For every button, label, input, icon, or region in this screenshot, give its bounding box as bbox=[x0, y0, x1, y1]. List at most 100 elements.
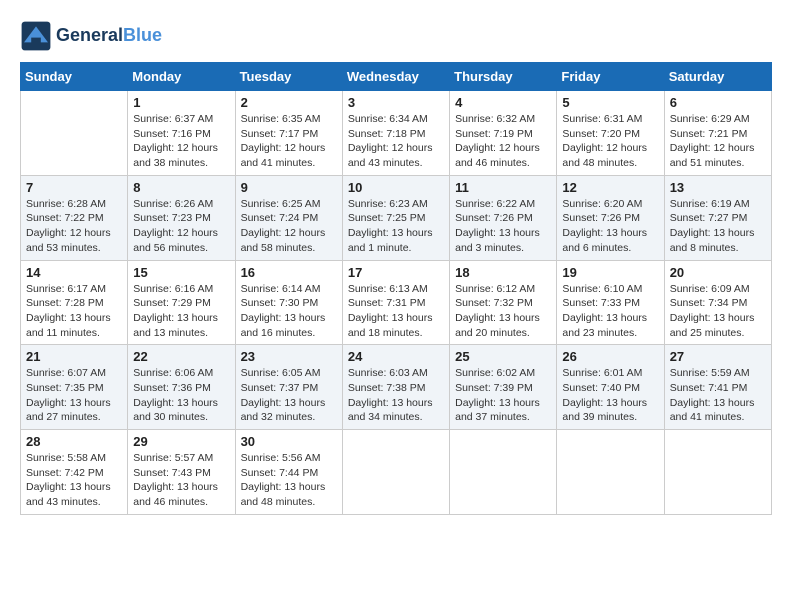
day-number: 3 bbox=[348, 95, 444, 110]
day-number: 16 bbox=[241, 265, 337, 280]
calendar-cell: 30 Sunrise: 5:56 AM Sunset: 7:44 PM Dayli… bbox=[235, 430, 342, 515]
day-number: 19 bbox=[562, 265, 658, 280]
calendar-cell: 9 Sunrise: 6:25 AM Sunset: 7:24 PM Daylig… bbox=[235, 175, 342, 260]
day-number: 27 bbox=[670, 349, 766, 364]
logo-icon bbox=[20, 20, 52, 52]
day-info: Sunrise: 5:59 AM Sunset: 7:41 PM Dayligh… bbox=[670, 366, 766, 425]
day-number: 15 bbox=[133, 265, 229, 280]
calendar-cell: 22 Sunrise: 6:06 AM Sunset: 7:36 PM Dayli… bbox=[128, 345, 235, 430]
day-info: Sunrise: 6:22 AM Sunset: 7:26 PM Dayligh… bbox=[455, 197, 551, 256]
logo-line1: GeneralBlue bbox=[56, 26, 162, 46]
day-info: Sunrise: 6:17 AM Sunset: 7:28 PM Dayligh… bbox=[26, 282, 122, 341]
day-info: Sunrise: 6:37 AM Sunset: 7:16 PM Dayligh… bbox=[133, 112, 229, 171]
day-number: 21 bbox=[26, 349, 122, 364]
day-number: 20 bbox=[670, 265, 766, 280]
weekday-header: Monday bbox=[128, 63, 235, 91]
day-info: Sunrise: 6:32 AM Sunset: 7:19 PM Dayligh… bbox=[455, 112, 551, 171]
day-info: Sunrise: 6:34 AM Sunset: 7:18 PM Dayligh… bbox=[348, 112, 444, 171]
calendar-week-row: 7 Sunrise: 6:28 AM Sunset: 7:22 PM Daylig… bbox=[21, 175, 772, 260]
calendar-cell: 24Sunrise: 6:03 AM Sunset: 7:38 PM Dayli… bbox=[342, 345, 449, 430]
calendar-cell bbox=[557, 430, 664, 515]
day-info: Sunrise: 6:01 AM Sunset: 7:40 PM Dayligh… bbox=[562, 366, 658, 425]
calendar-cell: 3 Sunrise: 6:34 AM Sunset: 7:18 PM Daylig… bbox=[342, 91, 449, 176]
calendar-cell bbox=[450, 430, 557, 515]
day-info: Sunrise: 6:35 AM Sunset: 7:17 PM Dayligh… bbox=[241, 112, 337, 171]
day-info: Sunrise: 6:26 AM Sunset: 7:23 PM Dayligh… bbox=[133, 197, 229, 256]
calendar-table: SundayMondayTuesdayWednesdayThursdayFrid… bbox=[20, 62, 772, 515]
calendar-cell: 21 Sunrise: 6:07 AM Sunset: 7:35 PM Dayli… bbox=[21, 345, 128, 430]
calendar-cell: 8 Sunrise: 6:26 AM Sunset: 7:23 PM Daylig… bbox=[128, 175, 235, 260]
day-number: 14 bbox=[26, 265, 122, 280]
calendar-cell: 29 Sunrise: 5:57 AM Sunset: 7:43 PM Dayli… bbox=[128, 430, 235, 515]
weekday-header: Tuesday bbox=[235, 63, 342, 91]
calendar-cell: 15 Sunrise: 6:16 AM Sunset: 7:29 PM Dayli… bbox=[128, 260, 235, 345]
day-info: Sunrise: 6:28 AM Sunset: 7:22 PM Dayligh… bbox=[26, 197, 122, 256]
day-number: 8 bbox=[133, 180, 229, 195]
day-info: Sunrise: 5:57 AM Sunset: 7:43 PM Dayligh… bbox=[133, 451, 229, 510]
calendar-cell: 7 Sunrise: 6:28 AM Sunset: 7:22 PM Daylig… bbox=[21, 175, 128, 260]
day-number: 7 bbox=[26, 180, 122, 195]
weekday-header: Saturday bbox=[664, 63, 771, 91]
day-info: Sunrise: 6:23 AM Sunset: 7:25 PM Dayligh… bbox=[348, 197, 444, 256]
calendar-cell bbox=[21, 91, 128, 176]
day-number: 9 bbox=[241, 180, 337, 195]
calendar-cell: 2 Sunrise: 6:35 AM Sunset: 7:17 PM Daylig… bbox=[235, 91, 342, 176]
calendar-cell: 23Sunrise: 6:05 AM Sunset: 7:37 PM Dayli… bbox=[235, 345, 342, 430]
day-info: Sunrise: 6:12 AM Sunset: 7:32 PM Dayligh… bbox=[455, 282, 551, 341]
weekday-header: Thursday bbox=[450, 63, 557, 91]
day-info: Sunrise: 6:03 AM Sunset: 7:38 PM Dayligh… bbox=[348, 366, 444, 425]
day-number: 12 bbox=[562, 180, 658, 195]
day-number: 2 bbox=[241, 95, 337, 110]
weekday-header-row: SundayMondayTuesdayWednesdayThursdayFrid… bbox=[21, 63, 772, 91]
day-info: Sunrise: 6:16 AM Sunset: 7:29 PM Dayligh… bbox=[133, 282, 229, 341]
calendar-cell: 12 Sunrise: 6:20 AM Sunset: 7:26 PM Dayli… bbox=[557, 175, 664, 260]
day-number: 18 bbox=[455, 265, 551, 280]
day-number: 22 bbox=[133, 349, 229, 364]
calendar-cell bbox=[664, 430, 771, 515]
day-number: 11 bbox=[455, 180, 551, 195]
day-info: Sunrise: 6:06 AM Sunset: 7:36 PM Dayligh… bbox=[133, 366, 229, 425]
day-info: Sunrise: 6:20 AM Sunset: 7:26 PM Dayligh… bbox=[562, 197, 658, 256]
weekday-header: Friday bbox=[557, 63, 664, 91]
calendar-week-row: 28Sunrise: 5:58 AM Sunset: 7:42 PM Dayli… bbox=[21, 430, 772, 515]
logo: GeneralBlue bbox=[20, 20, 162, 52]
calendar-cell: 11 Sunrise: 6:22 AM Sunset: 7:26 PM Dayli… bbox=[450, 175, 557, 260]
day-number: 26 bbox=[562, 349, 658, 364]
day-number: 10 bbox=[348, 180, 444, 195]
day-info: Sunrise: 6:31 AM Sunset: 7:20 PM Dayligh… bbox=[562, 112, 658, 171]
day-info: Sunrise: 5:56 AM Sunset: 7:44 PM Dayligh… bbox=[241, 451, 337, 510]
day-info: Sunrise: 6:10 AM Sunset: 7:33 PM Dayligh… bbox=[562, 282, 658, 341]
calendar-cell: 19 Sunrise: 6:10 AM Sunset: 7:33 PM Dayli… bbox=[557, 260, 664, 345]
day-number: 5 bbox=[562, 95, 658, 110]
calendar-week-row: 14 Sunrise: 6:17 AM Sunset: 7:28 PM Dayli… bbox=[21, 260, 772, 345]
calendar-cell: 14 Sunrise: 6:17 AM Sunset: 7:28 PM Dayli… bbox=[21, 260, 128, 345]
calendar-cell: 25 Sunrise: 6:02 AM Sunset: 7:39 PM Dayli… bbox=[450, 345, 557, 430]
day-number: 17 bbox=[348, 265, 444, 280]
day-number: 1 bbox=[133, 95, 229, 110]
day-info: Sunrise: 6:02 AM Sunset: 7:39 PM Dayligh… bbox=[455, 366, 551, 425]
calendar-cell bbox=[342, 430, 449, 515]
weekday-header: Sunday bbox=[21, 63, 128, 91]
day-info: Sunrise: 6:09 AM Sunset: 7:34 PM Dayligh… bbox=[670, 282, 766, 341]
calendar-cell: 16Sunrise: 6:14 AM Sunset: 7:30 PM Dayli… bbox=[235, 260, 342, 345]
day-number: 23 bbox=[241, 349, 337, 364]
calendar-cell: 18 Sunrise: 6:12 AM Sunset: 7:32 PM Dayli… bbox=[450, 260, 557, 345]
calendar-week-row: 21 Sunrise: 6:07 AM Sunset: 7:35 PM Dayli… bbox=[21, 345, 772, 430]
day-number: 6 bbox=[670, 95, 766, 110]
day-number: 29 bbox=[133, 434, 229, 449]
day-number: 4 bbox=[455, 95, 551, 110]
day-number: 25 bbox=[455, 349, 551, 364]
day-number: 30 bbox=[241, 434, 337, 449]
calendar-cell: 26 Sunrise: 6:01 AM Sunset: 7:40 PM Dayli… bbox=[557, 345, 664, 430]
day-info: Sunrise: 6:07 AM Sunset: 7:35 PM Dayligh… bbox=[26, 366, 122, 425]
calendar-cell: 17Sunrise: 6:13 AM Sunset: 7:31 PM Dayli… bbox=[342, 260, 449, 345]
calendar-cell: 10 Sunrise: 6:23 AM Sunset: 7:25 PM Dayli… bbox=[342, 175, 449, 260]
page-header: GeneralBlue bbox=[20, 20, 772, 52]
calendar-cell: 20 Sunrise: 6:09 AM Sunset: 7:34 PM Dayli… bbox=[664, 260, 771, 345]
calendar-cell: 4 Sunrise: 6:32 AM Sunset: 7:19 PM Daylig… bbox=[450, 91, 557, 176]
calendar-cell: 13Sunrise: 6:19 AM Sunset: 7:27 PM Dayli… bbox=[664, 175, 771, 260]
calendar-cell: 6Sunrise: 6:29 AM Sunset: 7:21 PM Daylig… bbox=[664, 91, 771, 176]
calendar-cell: 27 Sunrise: 5:59 AM Sunset: 7:41 PM Dayli… bbox=[664, 345, 771, 430]
day-info: Sunrise: 6:19 AM Sunset: 7:27 PM Dayligh… bbox=[670, 197, 766, 256]
day-info: Sunrise: 6:25 AM Sunset: 7:24 PM Dayligh… bbox=[241, 197, 337, 256]
